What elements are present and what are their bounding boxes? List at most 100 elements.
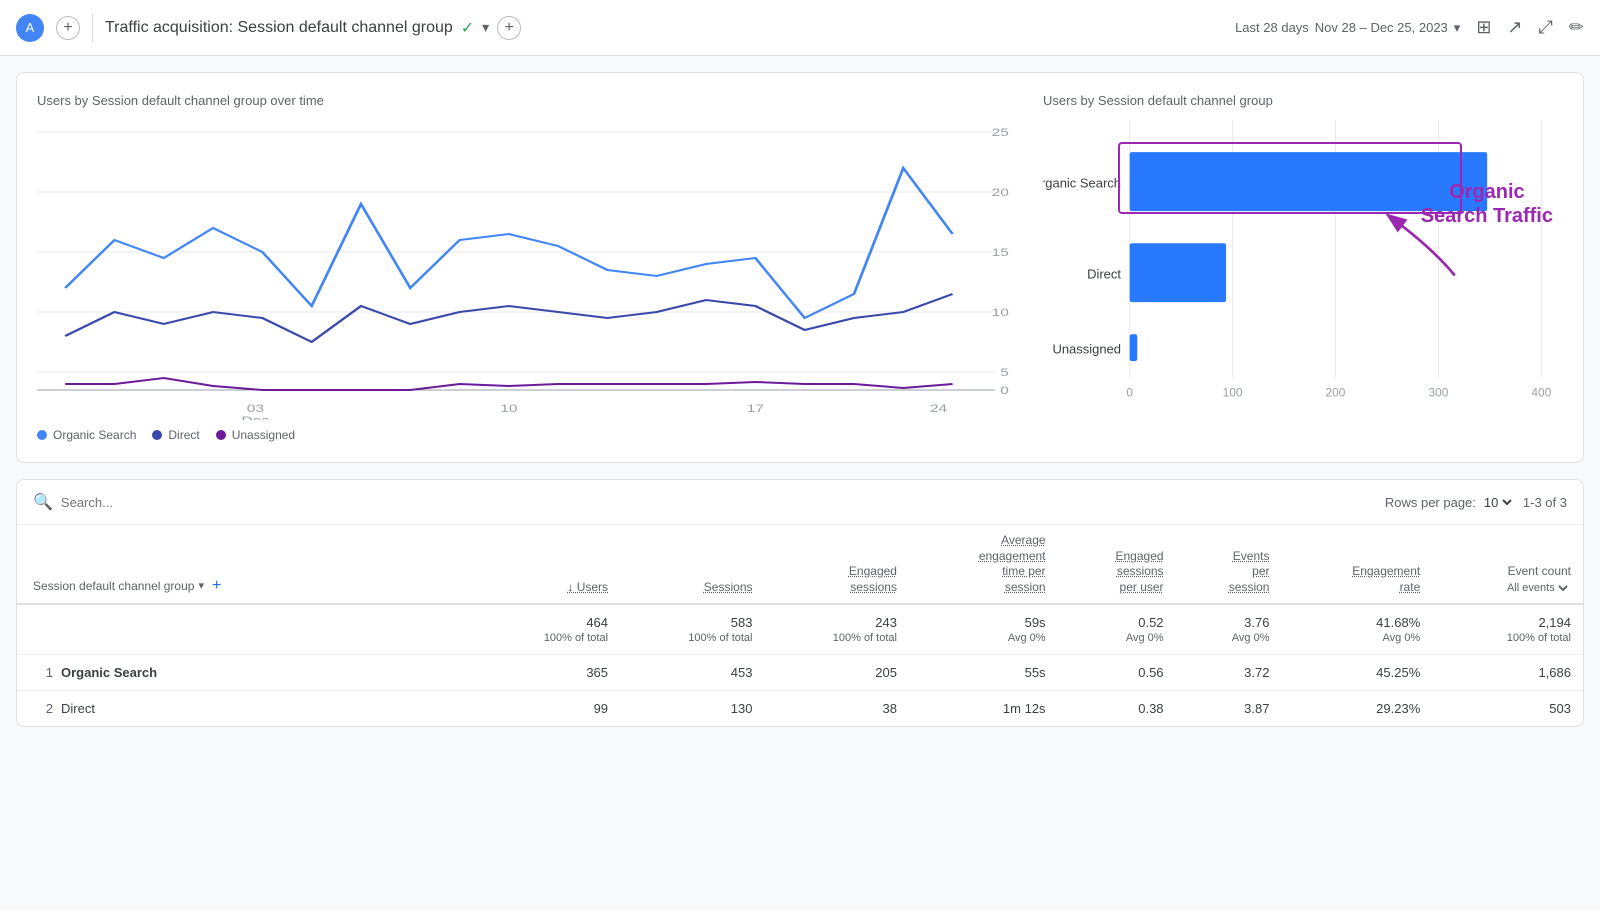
dimension-label: Session default channel group xyxy=(33,579,194,595)
bar-chart-title: Users by Session default channel group xyxy=(1043,93,1563,108)
totals-avg-engagement: 59s Avg 0% xyxy=(909,604,1058,655)
legend-label-unassigned: Unassigned xyxy=(232,428,295,442)
bar-direct xyxy=(1130,243,1226,302)
rows-per-page-select[interactable]: 10 25 50 xyxy=(1480,494,1515,511)
add-tab-button[interactable]: + xyxy=(56,16,80,40)
date-dropdown-icon[interactable]: ▾ xyxy=(1454,20,1461,36)
row2-channel-name: Direct xyxy=(61,701,95,716)
col-engaged-sessions[interactable]: Engagedsessions xyxy=(765,525,909,604)
search-input[interactable] xyxy=(61,495,261,510)
row2-engagement-rate: 29.23% xyxy=(1281,691,1432,727)
svg-text:Dec: Dec xyxy=(242,414,270,420)
svg-text:0: 0 xyxy=(1126,385,1133,399)
svg-text:300: 300 xyxy=(1428,385,1448,399)
dimension-header: Session default channel group ▾ + xyxy=(33,577,464,595)
header: A + Traffic acquisition: Session default… xyxy=(0,0,1600,56)
data-table: Session default channel group ▾ + ↓ User… xyxy=(17,525,1583,726)
svg-text:100: 100 xyxy=(1223,385,1243,399)
line-chart-container: Users by Session default channel group o… xyxy=(37,93,1023,442)
col-users[interactable]: ↓ Users xyxy=(476,525,620,604)
table-toolbar: 🔍 Rows per page: 10 25 50 1-3 of 3 xyxy=(17,480,1583,525)
bar-chart-svg: Organic Search Direct Unassigned 0 100 2… xyxy=(1043,120,1563,420)
bar-chart-container: Users by Session default channel group xyxy=(1043,93,1563,442)
title-dropdown-icon[interactable]: ▾ xyxy=(482,19,489,36)
rows-per-page-label: Rows per page: xyxy=(1385,495,1476,510)
legend-dot-organic xyxy=(37,430,47,440)
totals-label xyxy=(17,604,476,655)
legend-unassigned: Unassigned xyxy=(216,428,295,442)
sort-arrow-icon: ↓ xyxy=(567,580,573,594)
check-icon: ✓ xyxy=(461,18,474,38)
table-row: 2 Direct 99 130 38 1m 12s 0.38 3.87 29.2… xyxy=(17,691,1583,727)
pagination-text: 1-3 of 3 xyxy=(1523,495,1567,510)
svg-text:24: 24 xyxy=(930,402,948,414)
table-header: Session default channel group ▾ + ↓ User… xyxy=(17,525,1583,604)
report-icon[interactable]: ⊞ xyxy=(1476,17,1491,38)
totals-row: 464 100% of total 583 100% of total 243 xyxy=(17,604,1583,655)
legend-direct: Direct xyxy=(152,428,199,442)
line-chart-title: Users by Session default channel group o… xyxy=(37,93,1023,108)
svg-text:10: 10 xyxy=(500,402,517,414)
table-row: 1 Organic Search 365 453 205 55s 0.56 3.… xyxy=(17,655,1583,691)
col-event-count[interactable]: Event count All events xyxy=(1432,525,1583,604)
share-icon[interactable]: ↗ xyxy=(1507,17,1522,38)
line-chart-svg: 25 20 15 10 5 0 03 Dec 10 17 xyxy=(37,120,1023,420)
row2-events-per-session: 3.87 xyxy=(1176,691,1282,727)
row2-sessions: 130 xyxy=(620,691,764,727)
legend-organic-search: Organic Search xyxy=(37,428,136,442)
table-right: Rows per page: 10 25 50 1-3 of 3 xyxy=(1385,494,1567,511)
col-engaged-per-user[interactable]: Engagedsessionsper user xyxy=(1058,525,1176,604)
search-icon: 🔍 xyxy=(33,492,53,512)
table-section: 🔍 Rows per page: 10 25 50 1-3 of 3 xyxy=(16,479,1584,727)
legend-dot-direct xyxy=(152,430,162,440)
totals-sessions: 583 100% of total xyxy=(620,604,764,655)
row1-engaged-sessions: 205 xyxy=(765,655,909,691)
annotation-label: OrganicSearch Traffic xyxy=(1421,180,1553,228)
chart-legend: Organic Search Direct Unassigned xyxy=(37,428,1023,442)
col-engagement-rate[interactable]: Engagementrate xyxy=(1281,525,1432,604)
row1-engagement-rate: 45.25% xyxy=(1281,655,1432,691)
edit-icon[interactable]: ✏ xyxy=(1569,17,1584,38)
col-avg-engagement[interactable]: Averageengagementtime persession xyxy=(909,525,1058,604)
row2-engaged-per-user: 0.38 xyxy=(1058,691,1176,727)
col-sessions[interactable]: Sessions xyxy=(620,525,764,604)
bar-chart-wrap: Organic Search Direct Unassigned 0 100 2… xyxy=(1043,120,1563,420)
svg-text:15: 15 xyxy=(992,246,1009,258)
event-count-header: Event count All events xyxy=(1444,564,1571,596)
row2-channel: 2 Direct xyxy=(17,691,476,727)
svg-text:25: 25 xyxy=(992,126,1009,138)
legend-label-organic: Organic Search xyxy=(53,428,136,442)
add-dimension-button[interactable]: + xyxy=(208,577,225,595)
dimension-dropdown-icon[interactable]: ▾ xyxy=(198,579,204,593)
row1-avg-engagement: 55s xyxy=(909,655,1058,691)
line-chart-wrap: 25 20 15 10 5 0 03 Dec 10 17 xyxy=(37,120,1023,420)
svg-text:0: 0 xyxy=(1000,384,1009,396)
main-content: Users by Session default channel group o… xyxy=(0,56,1600,743)
svg-text:Direct: Direct xyxy=(1087,267,1121,282)
avatar: A xyxy=(16,14,44,42)
totals-event-count: 2,194 100% of total xyxy=(1432,604,1583,655)
charts-section: Users by Session default channel group o… xyxy=(16,72,1584,463)
totals-events-per-session: 3.76 Avg 0% xyxy=(1176,604,1282,655)
totals-engaged-per-user: 0.52 Avg 0% xyxy=(1058,604,1176,655)
svg-text:03: 03 xyxy=(247,402,264,414)
row2-engaged-sessions: 38 xyxy=(765,691,909,727)
svg-text:200: 200 xyxy=(1326,385,1346,399)
row1-engaged-per-user: 0.56 xyxy=(1058,655,1176,691)
legend-dot-unassigned xyxy=(216,430,226,440)
event-count-select[interactable]: All events xyxy=(1503,581,1571,595)
totals-engaged-sessions: 243 100% of total xyxy=(765,604,909,655)
row1-events-per-session: 3.72 xyxy=(1176,655,1282,691)
svg-text:400: 400 xyxy=(1531,385,1551,399)
totals-users: 464 100% of total xyxy=(476,604,620,655)
date-range-selector[interactable]: Last 28 days Nov 28 – Dec 25, 2023 ▾ xyxy=(1235,20,1460,36)
row1-channel: 1 Organic Search xyxy=(17,655,476,691)
row1-event-count: 1,686 xyxy=(1432,655,1583,691)
add-view-button[interactable]: + xyxy=(497,16,521,40)
insights-icon[interactable]: ⤢ xyxy=(1539,17,1553,38)
rows-per-page-control: Rows per page: 10 25 50 xyxy=(1385,494,1515,511)
header-action-icons: ⊞ ↗ ⤢ ✏ xyxy=(1476,17,1584,38)
search-wrap: 🔍 xyxy=(33,492,1377,512)
col-events-per-session[interactable]: Eventspersession xyxy=(1176,525,1282,604)
row2-users: 99 xyxy=(476,691,620,727)
